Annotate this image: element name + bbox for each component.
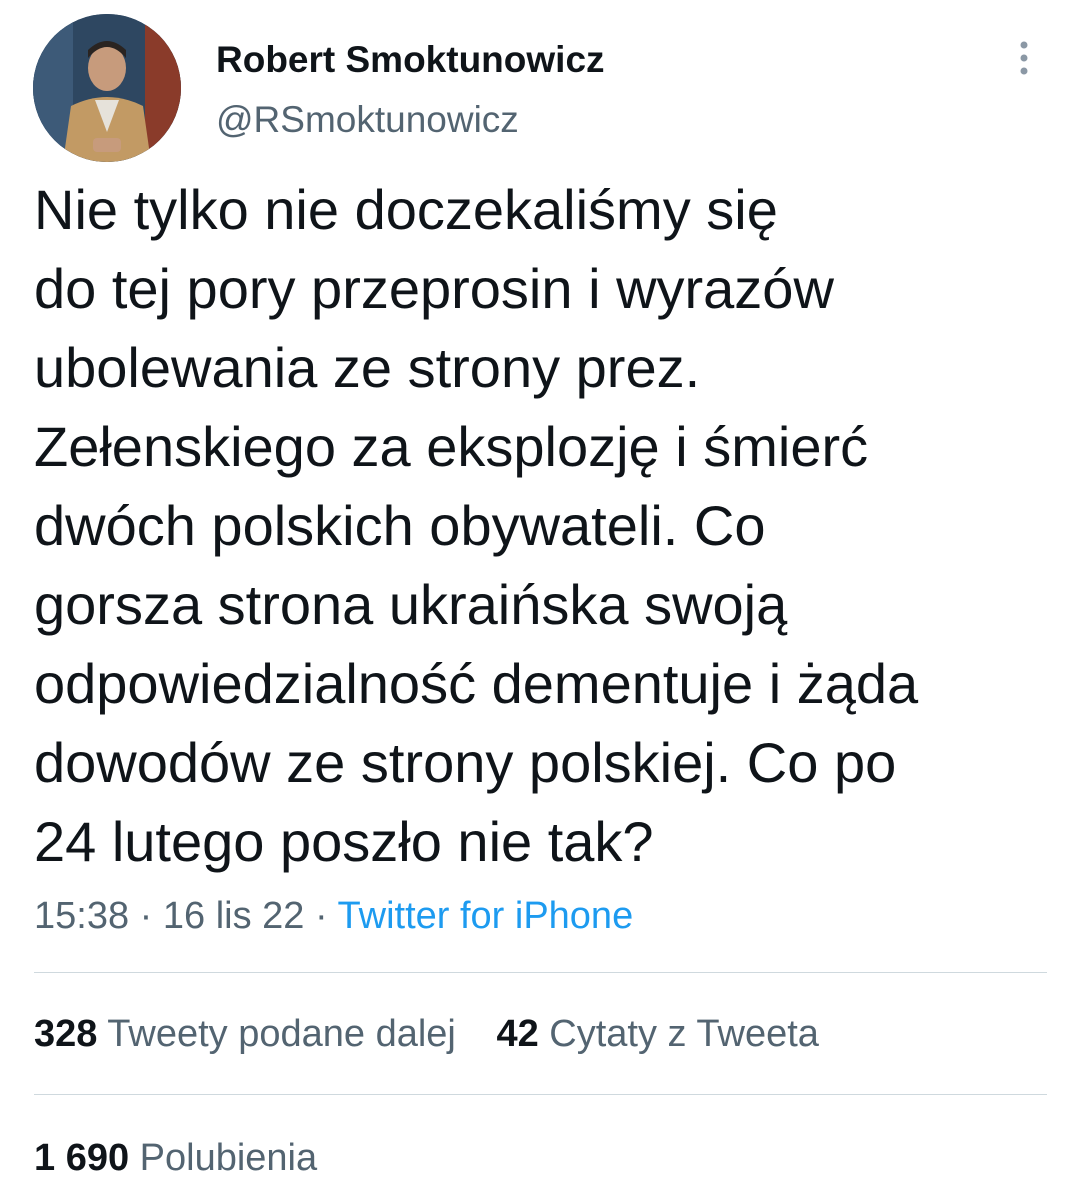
avatar-photo [33,14,181,162]
meta-separator: · [139,895,153,937]
avatar[interactable] [33,14,181,162]
quotes-label: Cytaty z Tweeta [549,1013,819,1055]
tweet-date[interactable]: 16 lis 22 [163,895,305,937]
quotes-stat[interactable]: 42 Cytaty z Tweeta [496,1010,818,1058]
retweets-label: Tweety podane dalej [107,1013,456,1055]
stats-row-shares: 328 Tweety podane dalej 42 Cytaty z Twee… [34,1010,849,1058]
likes-count: 1 690 [34,1137,130,1179]
divider [34,1094,1047,1095]
retweets-stat[interactable]: 328 Tweety podane dalej [34,1010,456,1058]
quotes-count: 42 [496,1013,539,1055]
author-display-name[interactable]: Robert Smoktunowicz [216,38,605,82]
tweet-meta: 15:38 · 16 lis 22 · Twitter for iPhone [34,892,633,940]
tweet-source-link[interactable]: Twitter for iPhone [338,895,634,937]
tweet-text: Nie tylko nie doczekaliśmy się do tej po… [34,178,919,873]
likes-stat[interactable]: 1 690 Polubienia [34,1134,317,1182]
retweets-count: 328 [34,1013,98,1055]
divider [34,972,1047,973]
author-handle[interactable]: @RSmoktunowicz [216,98,519,142]
likes-label: Polubienia [139,1137,318,1179]
more-options-button[interactable] [1004,38,1044,78]
stats-row-likes: 1 690 Polubienia [34,1134,347,1182]
tweet-time[interactable]: 15:38 [34,895,129,937]
more-vertical-icon [1020,41,1028,75]
meta-separator: · [314,895,328,937]
